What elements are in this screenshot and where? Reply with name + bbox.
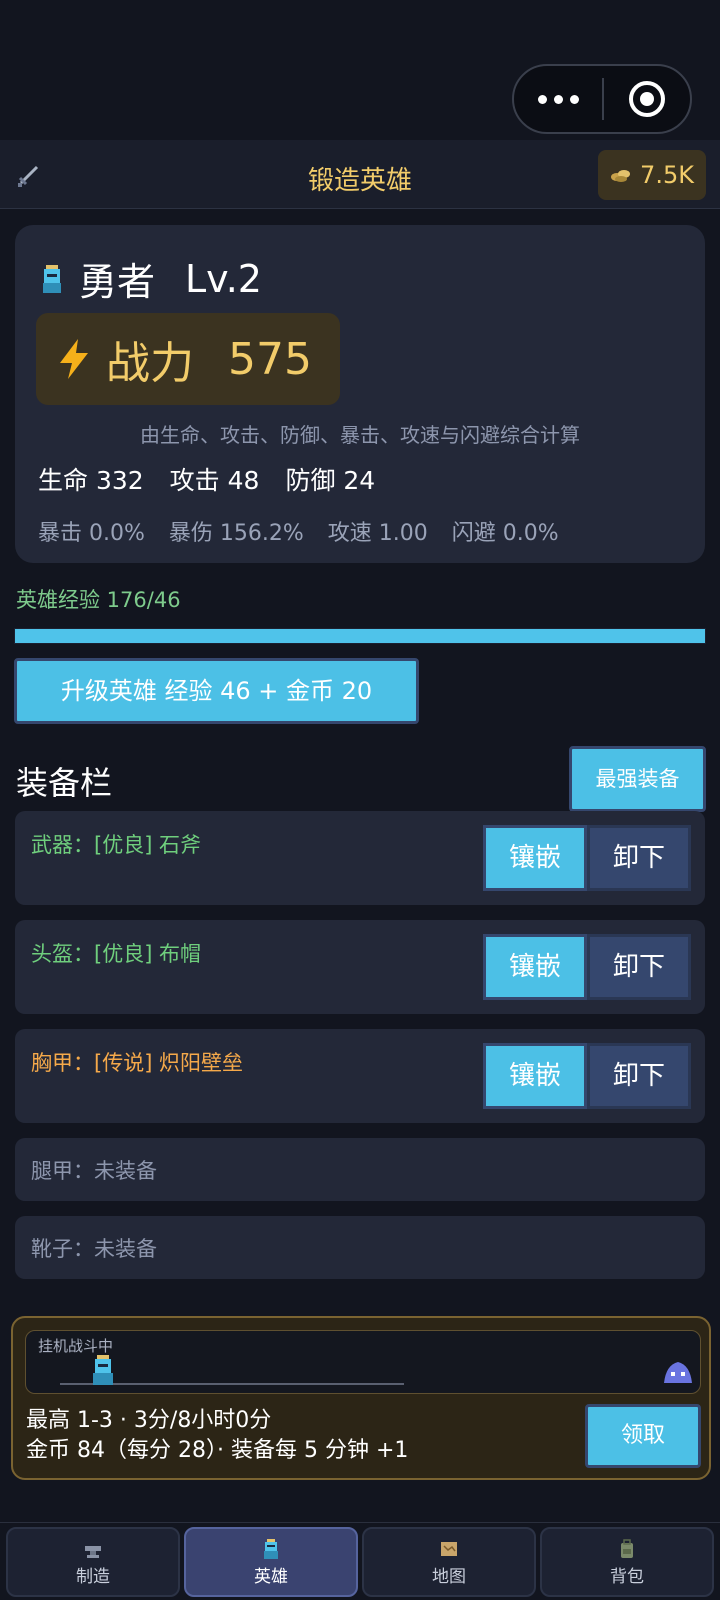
hero-exp-fill xyxy=(15,629,705,643)
bottom-nav: 制造 英雄 地图 背包 xyxy=(0,1522,720,1600)
equip-slot-label: 头盔：[优良] 布帽 xyxy=(31,942,202,966)
stat-attack-speed: 攻速 1.00 xyxy=(327,521,428,546)
equip-slot-label: 武器：[优良] 石斧 xyxy=(31,833,202,857)
hero-icon xyxy=(264,1538,278,1559)
stat-dodge: 闪避 0.0% xyxy=(451,521,559,546)
idle-battle-panel: 挂机战斗中 最高 1-3 · 3分/8小时0分 金币 84（每分 28）· 装备… xyxy=(11,1316,711,1480)
claim-button[interactable]: 领取 xyxy=(585,1404,701,1468)
idle-stage-info: 最高 1-3 · 3分/8小时0分 xyxy=(26,1408,272,1433)
equip-slot-label: 靴子：未装备 xyxy=(31,1236,157,1261)
target-close-icon[interactable] xyxy=(604,81,690,117)
coin-pile-icon xyxy=(611,170,631,182)
nav-label: 地图 xyxy=(432,1566,466,1587)
hero-name-row: 勇者 Lv.2 xyxy=(39,251,262,306)
hero-level: Lv.2 xyxy=(185,256,262,301)
inlay-button[interactable]: 镶嵌 xyxy=(483,825,587,891)
power-label: 战力 xyxy=(106,338,194,389)
map-icon xyxy=(441,1541,457,1556)
equip-slot-legs[interactable]: 腿甲：未装备 xyxy=(15,1138,705,1201)
miniprogram-capsule xyxy=(512,64,692,134)
equip-slot-actions: 镶嵌 卸下 xyxy=(483,1043,691,1109)
nav-tab-hero[interactable]: 英雄 xyxy=(184,1527,358,1597)
backpack-icon xyxy=(621,1538,633,1558)
stat-hp: 生命 332 xyxy=(38,466,144,495)
stat-defense: 防御 24 xyxy=(285,466,376,495)
coin-amount: 7.5K xyxy=(640,161,694,189)
best-equipment-button[interactable]: 最强装备 xyxy=(569,746,706,812)
idle-reward-info: 金币 84（每分 28）· 装备每 5 分钟 +1 xyxy=(26,1438,409,1463)
equip-slot-weapon: 武器：[优良] 石斧 镶嵌 卸下 xyxy=(15,811,705,905)
nav-tab-map[interactable]: 地图 xyxy=(362,1527,536,1597)
anvil-icon xyxy=(85,1545,101,1558)
hero-icon xyxy=(43,264,61,293)
combat-power: 战力 575 xyxy=(36,313,340,405)
nav-label: 背包 xyxy=(610,1566,644,1587)
upgrade-hero-button[interactable]: 升级英雄 经验 46 + 金币 20 xyxy=(14,658,419,724)
hero-sprite-icon xyxy=(93,1355,113,1385)
hero-name: 勇者 xyxy=(79,260,156,304)
equip-slot-helmet: 头盔：[优良] 布帽 镶嵌 卸下 xyxy=(15,920,705,1014)
stat-attack: 攻击 48 xyxy=(169,466,260,495)
equip-slot-boots[interactable]: 靴子：未装备 xyxy=(15,1216,705,1279)
nav-label: 制造 xyxy=(76,1566,110,1587)
hero-exp-bar xyxy=(14,628,706,644)
sub-stats: 暴击 0.0% 暴伤 156.2% 攻速 1.00 闪避 0.0% xyxy=(38,515,559,547)
stat-crit: 暴击 0.0% xyxy=(38,521,145,546)
hero-exp-label: 英雄经验 176/46 xyxy=(16,588,181,612)
slime-enemy-icon xyxy=(664,1362,692,1383)
equip-slot-actions: 镶嵌 卸下 xyxy=(483,825,691,891)
unequip-button[interactable]: 卸下 xyxy=(587,825,691,891)
top-bar: 锻造英雄 7.5K xyxy=(0,140,720,209)
lightning-icon xyxy=(60,339,88,379)
nav-label: 英雄 xyxy=(254,1566,288,1587)
nav-tab-backpack[interactable]: 背包 xyxy=(540,1527,714,1597)
equip-slot-label: 胸甲：[传说] 炽阳壁垒 xyxy=(31,1051,244,1075)
inlay-button[interactable]: 镶嵌 xyxy=(483,934,587,1000)
hero-card: 勇者 Lv.2 战力 575 由生命、攻击、防御、暴击、攻速与闪避综合计算 生命… xyxy=(15,225,705,563)
idle-battle-track: 挂机战斗中 xyxy=(25,1330,701,1394)
inlay-button[interactable]: 镶嵌 xyxy=(483,1043,587,1109)
equip-slot-chest: 胸甲：[传说] 炽阳壁垒 镶嵌 卸下 xyxy=(15,1029,705,1123)
main-stats: 生命 332 攻击 48 防御 24 xyxy=(38,461,375,497)
power-note: 由生命、攻击、防御、暴击、攻速与闪避综合计算 xyxy=(140,423,580,447)
equip-slot-actions: 镶嵌 卸下 xyxy=(483,934,691,1000)
power-value: 575 xyxy=(228,333,312,385)
equipment-title: 装备栏 xyxy=(16,764,113,802)
coin-balance: 7.5K xyxy=(598,150,706,200)
equip-slot-label: 腿甲：未装备 xyxy=(31,1158,157,1183)
nav-tab-craft[interactable]: 制造 xyxy=(6,1527,180,1597)
stat-crit-damage: 暴伤 156.2% xyxy=(168,521,304,546)
idle-status: 挂机战斗中 xyxy=(38,1337,114,1355)
unequip-button[interactable]: 卸下 xyxy=(587,1043,691,1109)
unequip-button[interactable]: 卸下 xyxy=(587,934,691,1000)
more-dots-icon[interactable] xyxy=(514,94,602,104)
